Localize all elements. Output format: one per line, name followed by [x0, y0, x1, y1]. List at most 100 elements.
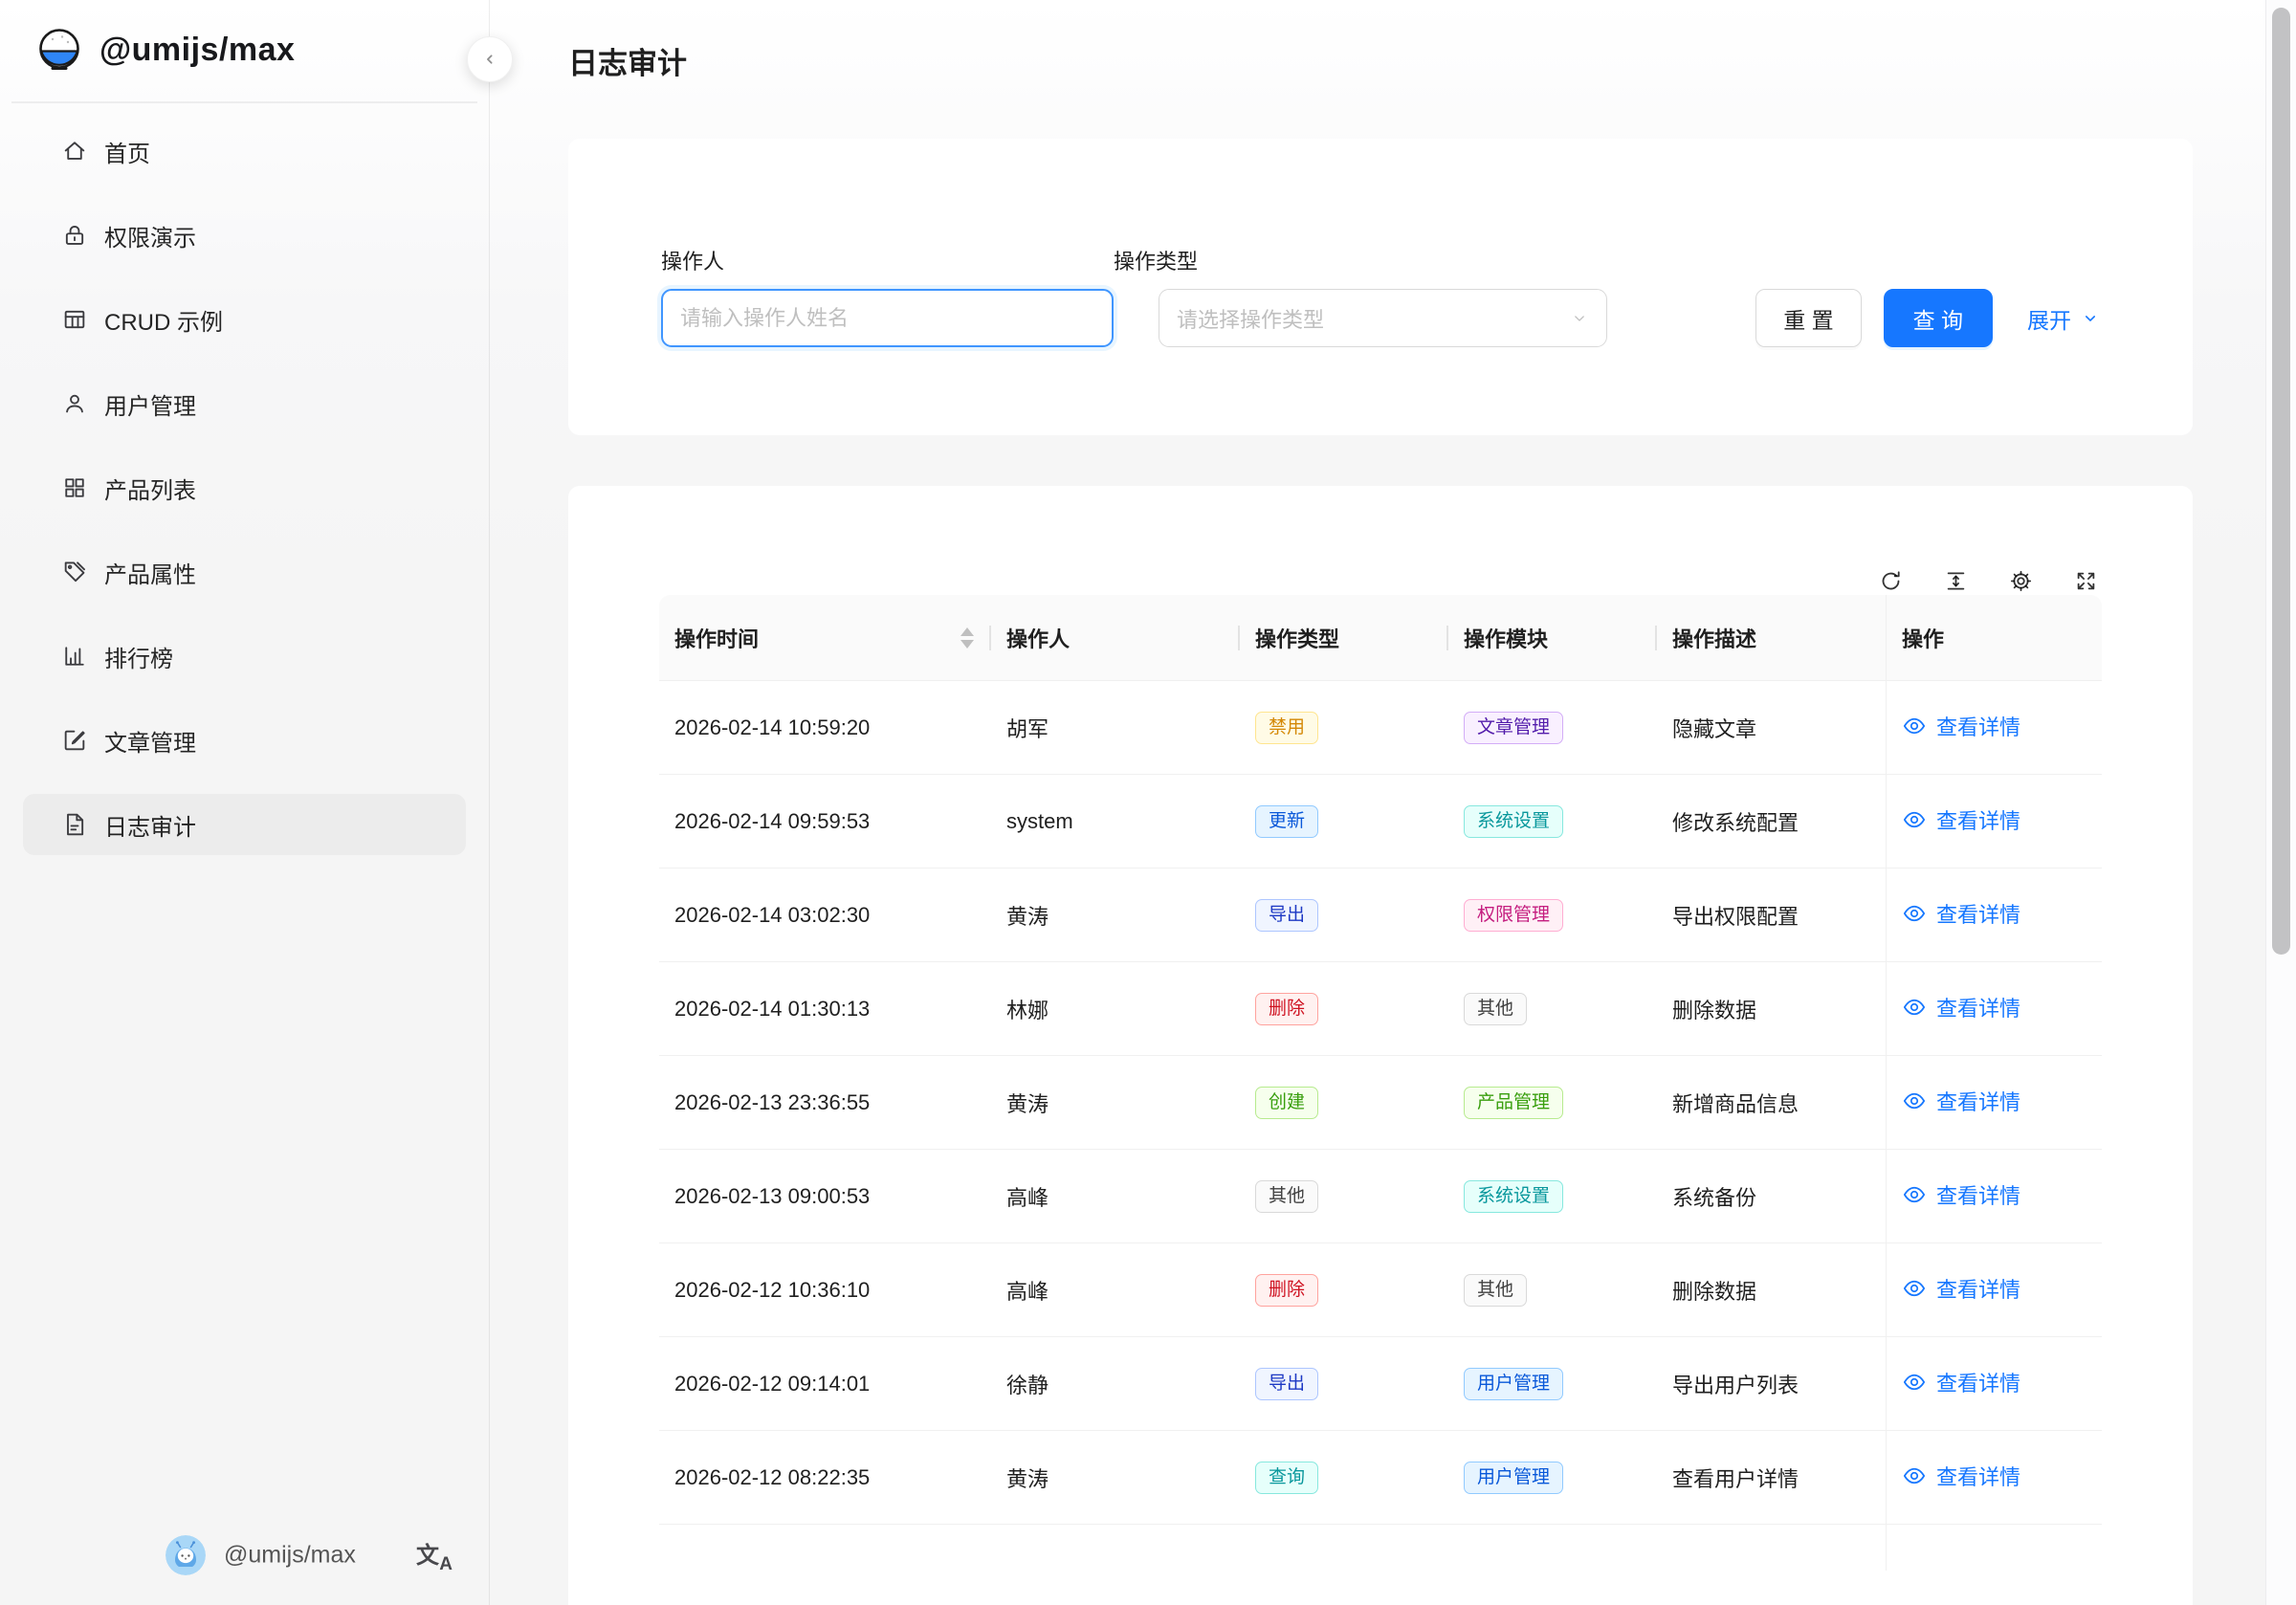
table-row: 2026-02-14 10:59:20 胡军 禁用 文章管理 隐藏文章 查看详情: [659, 681, 2102, 775]
eye-icon: [1902, 1463, 1927, 1488]
main-content: 日志审计 操作人 操作类型 请选择操作类型 重 置 查 询 展开: [490, 0, 2265, 1605]
cell-time: 2026-02-14 03:02:30: [659, 868, 991, 962]
chevron-down-icon: [2081, 309, 2100, 328]
reload-icon[interactable]: [1878, 566, 1907, 595]
eye-icon: [1902, 1276, 1927, 1301]
cell-description: 导出用户列表: [1657, 1337, 1886, 1431]
app-logo-row[interactable]: @umijs/max: [36, 27, 295, 73]
cell-operator: 胡军: [991, 681, 1240, 775]
density-icon[interactable]: [1943, 566, 1972, 595]
cell-time: 2026-02-12 09:14:01: [659, 1337, 991, 1431]
table-row: 2026-02-14 09:59:53 system 更新 系统设置 修改系统配…: [659, 775, 2102, 868]
module-tag: 用户管理: [1464, 1462, 1563, 1494]
cell-operator: system: [991, 775, 1240, 868]
view-details-link[interactable]: 查看详情: [1902, 804, 2020, 835]
sidebar-item-articles[interactable]: 文章管理: [23, 710, 466, 771]
chevron-down-icon: [1570, 309, 1589, 328]
view-details-link[interactable]: 查看详情: [1902, 898, 2020, 929]
page-scrollbar-track[interactable]: [2265, 0, 2296, 1605]
table-icon: [61, 306, 88, 333]
audit-log-table: 操作时间 操作人 操作类型 操作模块 操作描述 操作 2026-02-14 10…: [659, 595, 2102, 1571]
fullscreen-icon[interactable]: [2073, 566, 2102, 595]
view-details-link[interactable]: 查看详情: [1902, 992, 2020, 1022]
cell-operator: 黄涛: [991, 868, 1240, 962]
cell-description: 系统备份: [1657, 1150, 1886, 1243]
operator-input[interactable]: [661, 289, 1114, 347]
column-header-module: 操作模块: [1448, 595, 1657, 681]
operation-type-tag: 删除: [1255, 993, 1318, 1025]
cell-operator: 徐静: [991, 1337, 1240, 1431]
view-details-link[interactable]: 查看详情: [1902, 711, 2020, 741]
table-toolbar: [659, 486, 2102, 595]
operation-type-tag: 创建: [1255, 1087, 1318, 1119]
view-details-link[interactable]: 查看详情: [1902, 1086, 2020, 1116]
cell-description: 隐藏文章: [1657, 681, 1886, 775]
column-header-description: 操作描述: [1657, 595, 1886, 681]
eye-icon: [1902, 714, 1927, 738]
module-tag: 其他: [1464, 1274, 1527, 1307]
tags-icon: [61, 559, 88, 585]
translate-icon[interactable]: 文 A: [416, 1538, 451, 1572]
table-row: 2026-02-13 09:00:53 高峰 其他 系统设置 系统备份 查看详情: [659, 1150, 2102, 1243]
table-row: 2026-02-14 01:30:13 林娜 删除 其他 删除数据 查看详情: [659, 962, 2102, 1056]
table-card: 操作时间 操作人 操作类型 操作模块 操作描述 操作 2026-02-14 10…: [568, 486, 2193, 1605]
sidebar-item-permission[interactable]: 权限演示: [23, 205, 466, 266]
column-header-time[interactable]: 操作时间: [659, 595, 991, 681]
view-details-link[interactable]: 查看详情: [1902, 1179, 2020, 1210]
module-tag: 权限管理: [1464, 899, 1563, 932]
footer-username[interactable]: @umijs/max: [224, 1542, 356, 1570]
view-details-link[interactable]: 查看详情: [1902, 1367, 2020, 1397]
sort-carets-icon[interactable]: [960, 627, 974, 649]
module-tag: 产品管理: [1464, 1087, 1563, 1119]
user-icon: [61, 390, 88, 417]
module-tag: 系统设置: [1464, 805, 1563, 838]
eye-icon: [1902, 1182, 1927, 1207]
operator-label: 操作人: [661, 245, 1114, 275]
cell-operator: 黄涛: [991, 1431, 1240, 1525]
cell-time: 2026-02-12 08:22:35: [659, 1431, 991, 1525]
cell-time: 2026-02-14 01:30:13: [659, 962, 991, 1056]
sidebar-footer: @umijs/max 文 A: [0, 1528, 489, 1582]
sidebar-item-audit-log[interactable]: 日志审计: [23, 794, 466, 855]
type-select-placeholder: 请选择操作类型: [1177, 303, 1324, 334]
user-avatar[interactable]: [166, 1535, 206, 1575]
sidebar-item-ranking[interactable]: 排行榜: [23, 626, 466, 687]
module-tag: 用户管理: [1464, 1368, 1563, 1400]
appstore-icon: [61, 474, 88, 501]
lock-icon: [61, 222, 88, 249]
sidebar-item-product-list[interactable]: 产品列表: [23, 457, 466, 518]
operation-type-tag: 导出: [1255, 1368, 1318, 1400]
sidebar: @umijs/max 首页 权限演示 CRUD 示例 用户管理 产品列表 产品属…: [0, 0, 490, 1605]
sidebar-item-crud[interactable]: CRUD 示例: [23, 289, 466, 350]
eye-icon: [1902, 1370, 1927, 1395]
cell-description: 新增商品信息: [1657, 1056, 1886, 1150]
bar-chart-icon: [61, 643, 88, 670]
view-details-link[interactable]: 查看详情: [1902, 1461, 2020, 1491]
filter-actions: 重 置 查 询 展开: [1755, 289, 2100, 347]
setting-icon[interactable]: [2008, 566, 2037, 595]
form-icon: [61, 727, 88, 754]
cell-time: 2026-02-13 23:36:55: [659, 1056, 991, 1150]
page-scrollbar-thumb[interactable]: [2272, 8, 2290, 955]
sidebar-item-users[interactable]: 用户管理: [23, 373, 466, 434]
operation-type-tag: 导出: [1255, 899, 1318, 932]
cell-time: 2026-02-13 09:00:53: [659, 1150, 991, 1243]
reset-button[interactable]: 重 置: [1755, 289, 1861, 347]
search-button[interactable]: 查 询: [1884, 289, 1993, 347]
file-text-icon: [61, 811, 88, 838]
cell-description: 修改系统配置: [1657, 775, 1886, 868]
table-row: 2026-02-14 03:02:30 黄涛 导出 权限管理 导出权限配置 查看…: [659, 868, 2102, 962]
type-select[interactable]: 请选择操作类型: [1159, 289, 1607, 347]
sidebar-item-product-attrs[interactable]: 产品属性: [23, 541, 466, 603]
sidebar-collapse-button[interactable]: [467, 36, 513, 82]
eye-icon: [1902, 1088, 1927, 1113]
view-details-link[interactable]: 查看详情: [1902, 1273, 2020, 1304]
expand-link[interactable]: 展开: [2027, 302, 2100, 335]
app-title: @umijs/max: [99, 32, 295, 69]
cell-operator: 黄涛: [991, 1056, 1240, 1150]
table-row: 2026-02-13 23:36:55 黄涛 创建 产品管理 新增商品信息 查看…: [659, 1056, 2102, 1150]
operation-type-tag: 删除: [1255, 1274, 1318, 1307]
filter-card: 操作人 操作类型 请选择操作类型 重 置 查 询 展开: [568, 139, 2193, 435]
table-row: 2026-02-12 09:14:01 徐静 导出 用户管理 导出用户列表 查看…: [659, 1337, 2102, 1431]
sidebar-item-home[interactable]: 首页: [23, 121, 466, 182]
